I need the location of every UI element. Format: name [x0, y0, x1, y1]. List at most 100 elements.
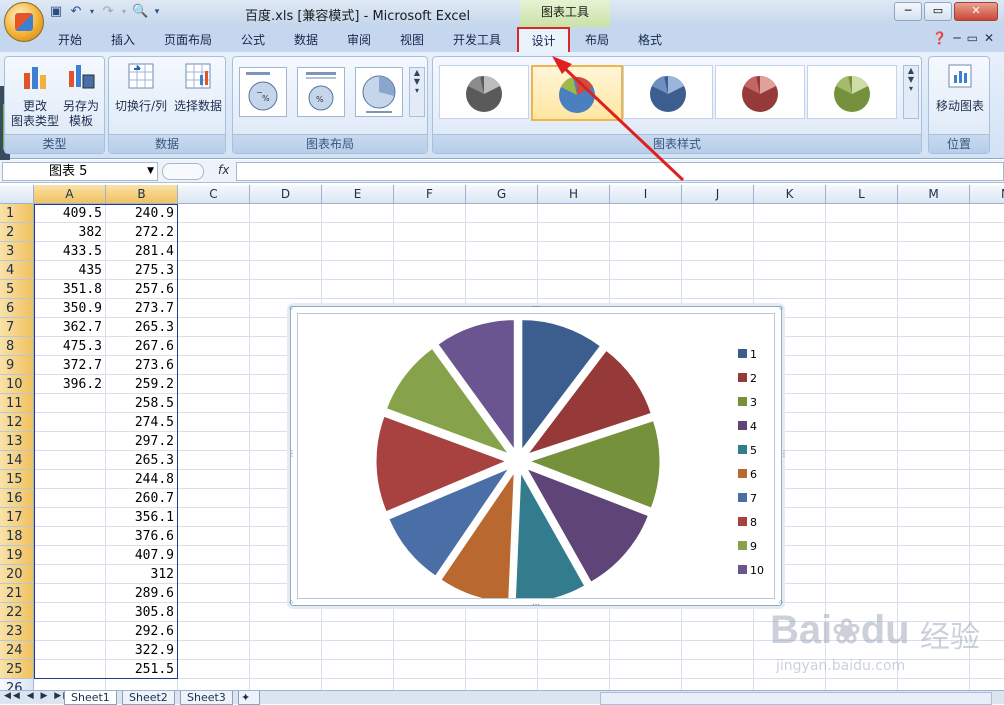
row-header-22[interactable]: 22	[0, 603, 34, 622]
row-header-4[interactable]: 4	[0, 261, 34, 280]
cell-f26[interactable]	[394, 679, 466, 690]
cell-k4[interactable]	[754, 261, 826, 280]
row-header-20[interactable]: 20	[0, 565, 34, 584]
cell-e3[interactable]	[322, 242, 394, 261]
cell-a21[interactable]	[34, 584, 106, 603]
cell-l7[interactable]	[826, 318, 898, 337]
select-data-button[interactable]: 选择数据	[171, 61, 225, 114]
cell-c2[interactable]	[178, 223, 250, 242]
cell-b25[interactable]: 251.5	[106, 660, 178, 679]
redo-dropdown-icon[interactable]: ▾	[120, 4, 128, 20]
cell-b21[interactable]: 289.6	[106, 584, 178, 603]
column-header-h[interactable]: H	[538, 185, 610, 204]
switch-row-column-button[interactable]: 切换行/列	[113, 61, 169, 114]
cell-m5[interactable]	[898, 280, 970, 299]
tab-insert[interactable]: 插入	[103, 30, 143, 52]
chart-resize-handle-right[interactable]: ⋮	[780, 449, 788, 459]
row-header-2[interactable]: 2	[0, 223, 34, 242]
cell-f25[interactable]	[394, 660, 466, 679]
cell-n2[interactable]	[970, 223, 1004, 242]
cell-l6[interactable]	[826, 299, 898, 318]
cell-i23[interactable]	[610, 622, 682, 641]
cell-c26[interactable]	[178, 679, 250, 690]
chart-layout-2[interactable]: %	[297, 67, 345, 117]
move-chart-button[interactable]: 移动图表	[931, 61, 989, 114]
cell-b11[interactable]: 258.5	[106, 394, 178, 413]
cell-h2[interactable]	[538, 223, 610, 242]
cell-g24[interactable]	[466, 641, 538, 660]
cell-n7[interactable]	[970, 318, 1004, 337]
chart-style-green[interactable]	[807, 65, 897, 119]
cell-a4[interactable]: 435	[34, 261, 106, 280]
column-header-l[interactable]: L	[826, 185, 898, 204]
cell-f5[interactable]	[394, 280, 466, 299]
cell-n13[interactable]	[970, 432, 1004, 451]
cell-c17[interactable]	[178, 508, 250, 527]
close-button[interactable]: ✕	[954, 2, 998, 21]
cell-m3[interactable]	[898, 242, 970, 261]
tab-view[interactable]: 视图	[392, 30, 432, 52]
cell-a15[interactable]	[34, 470, 106, 489]
cell-n9[interactable]	[970, 356, 1004, 375]
cell-j26[interactable]	[682, 679, 754, 690]
cell-b10[interactable]: 259.2	[106, 375, 178, 394]
save-as-template-button[interactable]: 另存为 模板	[59, 61, 103, 129]
cell-k2[interactable]	[754, 223, 826, 242]
cell-e26[interactable]	[322, 679, 394, 690]
column-header-i[interactable]: I	[610, 185, 682, 204]
cell-l2[interactable]	[826, 223, 898, 242]
cell-n15[interactable]	[970, 470, 1004, 489]
cell-b5[interactable]: 257.6	[106, 280, 178, 299]
cell-k1[interactable]	[754, 204, 826, 223]
column-header-j[interactable]: J	[682, 185, 754, 204]
cell-f4[interactable]	[394, 261, 466, 280]
help-icon[interactable]: ❓	[932, 31, 947, 45]
cell-l10[interactable]	[826, 375, 898, 394]
cell-n10[interactable]	[970, 375, 1004, 394]
cell-b12[interactable]: 274.5	[106, 413, 178, 432]
horizontal-scrollbar[interactable]	[600, 692, 992, 705]
cell-c22[interactable]	[178, 603, 250, 622]
cell-a25[interactable]	[34, 660, 106, 679]
row-header-15[interactable]: 15	[0, 470, 34, 489]
cell-l1[interactable]	[826, 204, 898, 223]
cell-n3[interactable]	[970, 242, 1004, 261]
cell-l14[interactable]	[826, 451, 898, 470]
cell-b17[interactable]: 356.1	[106, 508, 178, 527]
cell-k5[interactable]	[754, 280, 826, 299]
cell-g26[interactable]	[466, 679, 538, 690]
cell-a26[interactable]	[34, 679, 106, 690]
column-header-g[interactable]: G	[466, 185, 538, 204]
cell-j2[interactable]	[682, 223, 754, 242]
cell-h23[interactable]	[538, 622, 610, 641]
cell-f2[interactable]	[394, 223, 466, 242]
cell-n1[interactable]	[970, 204, 1004, 223]
cell-a1[interactable]: 409.5	[34, 204, 106, 223]
insert-function-icon[interactable]: fx	[218, 163, 229, 177]
cell-a7[interactable]: 362.7	[34, 318, 106, 337]
cell-a23[interactable]	[34, 622, 106, 641]
cell-b3[interactable]: 281.4	[106, 242, 178, 261]
cell-c7[interactable]	[178, 318, 250, 337]
cell-c8[interactable]	[178, 337, 250, 356]
cell-h4[interactable]	[538, 261, 610, 280]
cell-h24[interactable]	[538, 641, 610, 660]
cell-e1[interactable]	[322, 204, 394, 223]
chart-resize-handle-top-left[interactable]: ⁘	[287, 305, 295, 313]
cell-l12[interactable]	[826, 413, 898, 432]
cell-b20[interactable]: 312	[106, 565, 178, 584]
cell-c10[interactable]	[178, 375, 250, 394]
cell-g1[interactable]	[466, 204, 538, 223]
chart-style-red[interactable]	[715, 65, 805, 119]
cell-m10[interactable]	[898, 375, 970, 394]
cell-l11[interactable]	[826, 394, 898, 413]
tab-developer[interactable]: 开发工具	[445, 30, 509, 52]
cell-a10[interactable]: 396.2	[34, 375, 106, 394]
cell-c20[interactable]	[178, 565, 250, 584]
cell-c21[interactable]	[178, 584, 250, 603]
cell-m11[interactable]	[898, 394, 970, 413]
cell-m8[interactable]	[898, 337, 970, 356]
cell-l3[interactable]	[826, 242, 898, 261]
row-header-1[interactable]: 1	[0, 204, 34, 223]
change-chart-type-button[interactable]: 更改 图表类型	[11, 61, 59, 129]
